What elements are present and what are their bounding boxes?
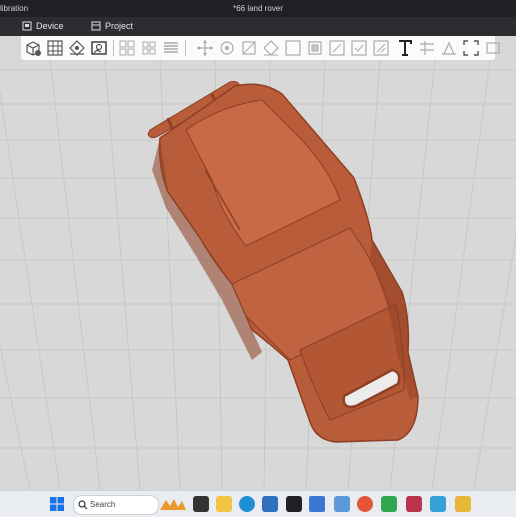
fit-icon[interactable] [461,38,481,58]
import-image-icon[interactable] [89,38,109,58]
measure-icon[interactable] [417,38,437,58]
toolbar-separator [185,40,186,56]
arrange-grid-icon[interactable] [45,38,65,58]
add-object-icon[interactable] [23,38,43,58]
multi-plate-icon[interactable] [139,38,159,58]
app-yellow-icon[interactable] [455,496,471,512]
firefox-icon[interactable] [357,496,373,512]
text-icon[interactable] [395,38,415,58]
slicer-app-icon[interactable] [286,496,302,512]
scale-icon[interactable] [239,38,259,58]
title-bar: libration *66 land rover [0,0,516,17]
paint-icon[interactable] [349,38,369,58]
device-menu-label: Device [36,21,64,31]
toolbar-separator [113,40,114,56]
support-icon[interactable] [327,38,347,58]
move-icon[interactable] [195,38,215,58]
app-red-icon[interactable] [406,496,422,512]
device-icon [22,21,32,31]
hollow-icon[interactable] [283,38,303,58]
menu-bar: Device Project [0,17,516,36]
car-model[interactable] [0,60,516,490]
rotate-icon[interactable] [217,38,237,58]
calculator-icon[interactable] [334,496,350,512]
store-icon[interactable] [262,496,278,512]
project-menu-button[interactable]: Project [89,20,133,33]
3d-viewport[interactable] [0,60,516,490]
taskbar: Search [0,490,516,517]
document-title: *66 land rover [233,4,283,13]
app-green-icon[interactable] [381,496,397,512]
taskbar-search[interactable]: Search [73,495,159,515]
search-placeholder: Search [90,500,116,509]
windows-start-icon[interactable] [49,496,65,512]
cube-view-icon[interactable] [117,38,137,58]
app-blue-icon[interactable] [430,496,446,512]
drop-icon[interactable] [439,38,459,58]
edge-browser-icon[interactable] [239,496,255,512]
project-menu-label: Project [105,21,134,31]
weather-widget-icon[interactable] [158,496,188,512]
split-icon[interactable] [483,38,503,58]
project-icon [91,21,101,31]
mark-icon[interactable] [371,38,391,58]
file-explorer-icon[interactable] [216,496,232,512]
task-view-icon[interactable] [193,496,209,512]
auto-orient-icon[interactable] [67,38,87,58]
cut-icon[interactable] [305,38,325,58]
device-menu-button[interactable]: Device [20,20,64,33]
search-icon [78,500,88,510]
3d-builder-icon[interactable] [309,496,325,512]
main-toolbar [21,36,500,61]
mirror-icon[interactable] [261,38,281,58]
layers-icon[interactable] [161,38,181,58]
